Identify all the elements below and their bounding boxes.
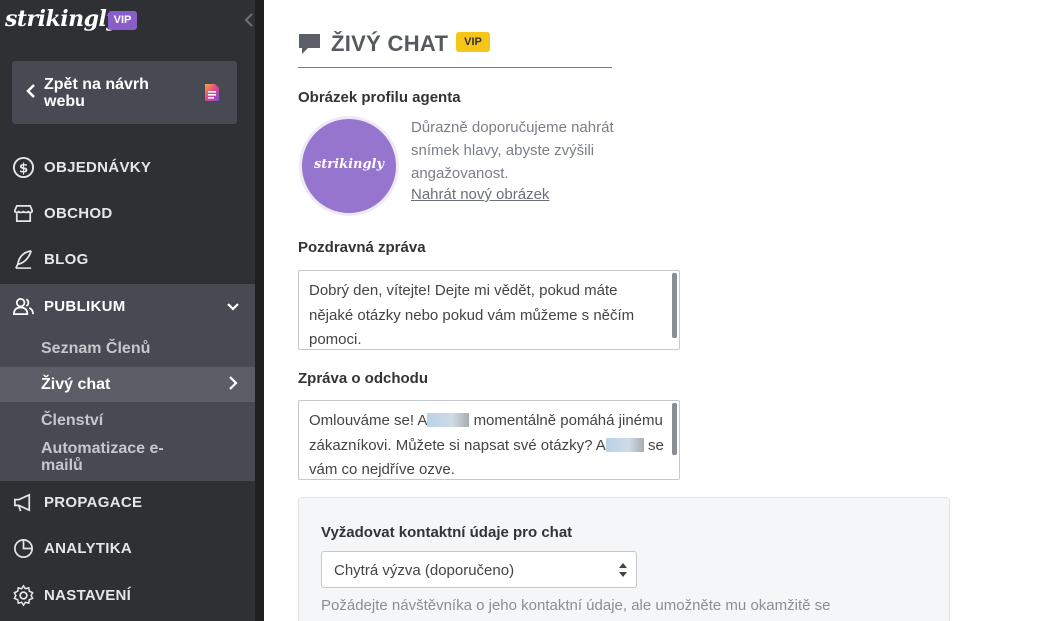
back-button-label: Zpět na návrh webu xyxy=(44,76,149,110)
redacted-name xyxy=(605,437,644,452)
sidebar-item-email-automation[interactable]: Automatizace e-mailů xyxy=(0,436,255,481)
contact-info-select[interactable]: Chytrá výzva (doporučeno) xyxy=(321,551,637,588)
nav-item-settings[interactable]: NASTAVENÍ xyxy=(0,573,255,619)
avatar-hint: Důrazně doporučujeme nahrát snímek hlavy… xyxy=(411,119,614,182)
vip-badge: VIP xyxy=(108,11,137,30)
contact-info-label: Vyžadovat kontaktní údaje pro chat xyxy=(321,524,573,541)
nav-label-promotion: PROPAGACE xyxy=(44,494,143,511)
feather-pen-icon xyxy=(15,250,32,269)
nav-label-store: OBCHOD xyxy=(44,205,113,222)
agent-avatar[interactable]: strikingly xyxy=(299,116,399,216)
away-message-textarea[interactable]: Omlouváme se! A momentálně pomáhá jinému… xyxy=(298,400,680,480)
sub-label-email-automation: Automatizace e-mailů xyxy=(41,440,164,474)
storefront-icon xyxy=(14,204,33,223)
sidebar-item-membership[interactable]: Členství xyxy=(0,402,255,436)
sub-label-membership: Členství xyxy=(41,412,104,429)
nav-item-promotion[interactable]: PROPAGACE xyxy=(0,480,255,526)
strikingly-logo[interactable]: strikingly xyxy=(5,6,119,32)
page-title: ŽIVÝ CHAT xyxy=(331,31,449,56)
textarea-scrollbar[interactable] xyxy=(672,273,677,338)
away-message-label: Zpráva o odchodu xyxy=(298,370,429,387)
gear-icon xyxy=(13,584,34,607)
main-content: ŽIVÝ CHAT VIP Obrázek profilu agenta str… xyxy=(264,0,1056,621)
sidebar-item-members[interactable]: Seznam Členů xyxy=(0,330,255,367)
vip-badge: VIP xyxy=(456,32,490,52)
collapse-sidebar-icon[interactable] xyxy=(243,10,255,30)
nav-item-analytics[interactable]: ANALYTIKA xyxy=(0,526,255,572)
nav-item-blog[interactable]: BLOG xyxy=(0,237,255,283)
redacted-name xyxy=(427,413,470,427)
svg-text:$: $ xyxy=(19,161,28,176)
greeting-label: Pozdravná zpráva xyxy=(298,239,426,256)
greeting-message-textarea[interactable]: Dobrý den, vítejte! Dejte mi vědět, poku… xyxy=(298,270,680,350)
contact-select-value: Chytrá výzva (doporučeno) xyxy=(334,562,515,579)
chevron-right-icon xyxy=(229,376,238,390)
avatar-logo-text: strikingly xyxy=(313,157,385,172)
nav-label-blog: BLOG xyxy=(44,251,89,268)
select-arrows-icon xyxy=(619,563,627,577)
sidebar-scrollbar-track xyxy=(255,0,264,621)
site-document-icon xyxy=(205,84,219,101)
users-icon xyxy=(13,297,34,316)
contact-info-panel: Vyžadovat kontaktní údaje pro chat Chytr… xyxy=(298,497,950,621)
audience-submenu: Seznam Členů Živý chat Členství Automati… xyxy=(0,330,255,481)
nav-item-orders[interactable]: $ OBJEDNÁVKY xyxy=(0,145,255,191)
sidebar-header: strikingly VIP xyxy=(0,0,255,42)
pie-chart-icon xyxy=(14,539,33,558)
megaphone-icon xyxy=(14,493,31,512)
back-to-editor-button[interactable]: Zpět na návrh webu xyxy=(12,61,237,124)
greeting-message-text: Dobrý den, vítejte! Dejte mi vědět, poku… xyxy=(309,282,635,348)
sidebar-item-live-chat[interactable]: Živý chat xyxy=(0,367,255,402)
nav-item-audience[interactable]: PUBLIKUM xyxy=(0,284,255,330)
sidebar: strikingly VIP Zpět na návrh webu $ OBJE… xyxy=(0,0,255,621)
away-message-text: Omlouváme se! A momentálně pomáhá jinému… xyxy=(309,409,664,479)
sub-label-live-chat: Živý chat xyxy=(41,376,111,393)
nav-label-audience: PUBLIKUM xyxy=(44,298,126,315)
nav-label-settings: NASTAVENÍ xyxy=(44,587,132,604)
nav-label-analytics: ANALYTIKA xyxy=(44,540,132,557)
away-message-part-1: Omlouváme se! A xyxy=(309,412,428,429)
contact-info-hint: Požádejte návštěvníka o jeho kontaktní ú… xyxy=(321,597,831,614)
sub-label-members: Seznam Členů xyxy=(41,340,151,357)
title-divider xyxy=(298,67,612,68)
dollar-circle-icon: $ xyxy=(12,156,35,179)
avatar-section-label: Obrázek profilu agenta xyxy=(298,89,461,106)
nav-label-orders: OBJEDNÁVKY xyxy=(44,159,152,176)
chevron-left-icon xyxy=(26,84,35,98)
upload-image-link[interactable]: Nahrát nový obrázek xyxy=(411,186,549,203)
chat-bubble-icon xyxy=(299,34,320,54)
nav-item-store[interactable]: OBCHOD xyxy=(0,191,255,237)
chevron-down-icon xyxy=(227,303,239,311)
textarea-scrollbar[interactable] xyxy=(672,403,677,455)
